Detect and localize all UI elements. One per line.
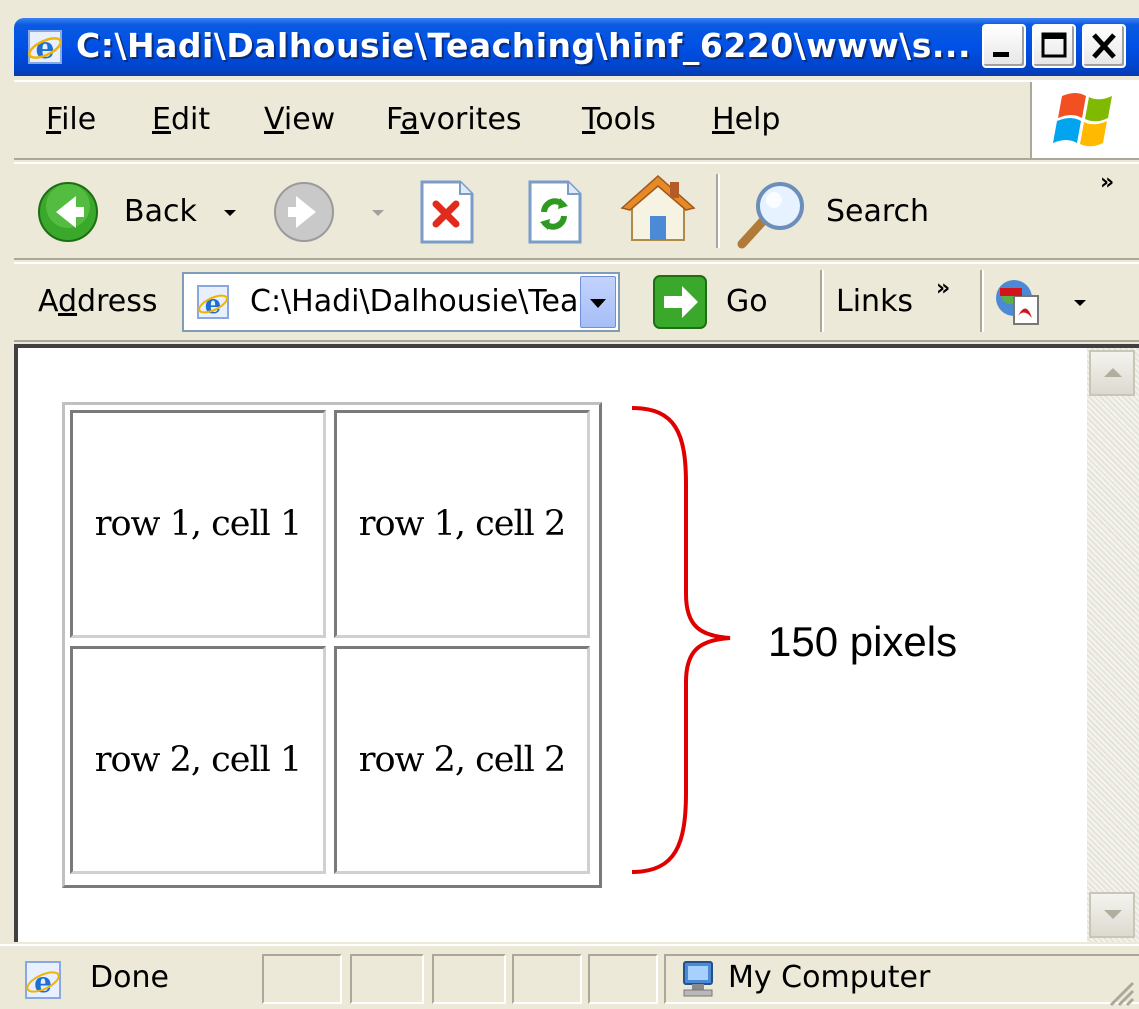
title-bar[interactable]: e C:\Hadi\Dalhousie\Teaching\hinf_6220\w… (14, 18, 1139, 76)
status-segment (512, 954, 582, 1004)
links-chevron[interactable]: » (936, 276, 950, 301)
menu-bar: File Edit View Favorites Tools Help (14, 80, 1139, 160)
toolbar-chevron[interactable]: » (1100, 170, 1114, 195)
menu-file[interactable]: File (46, 102, 96, 137)
status-segment (588, 954, 658, 1004)
browser-window: e C:\Hadi\Dalhousie\Teaching\hinf_6220\w… (0, 0, 1139, 1009)
stop-icon[interactable] (416, 178, 478, 246)
windows-flag-icon (1053, 93, 1112, 147)
address-separator (820, 270, 824, 332)
svg-text:e: e (34, 966, 52, 999)
status-segment (262, 954, 342, 1004)
back-arrow-icon[interactable] (36, 180, 100, 244)
status-zone-segment: My Computer (664, 954, 1139, 1004)
status-segment (432, 954, 506, 1004)
maximize-button[interactable] (1032, 24, 1076, 68)
table-cell: row 1, cell 2 (334, 410, 590, 638)
page-done-icon: e (25, 961, 61, 999)
scroll-down-button[interactable] (1089, 892, 1135, 938)
status-done: Done (90, 960, 169, 995)
pdf-dropdown-arrow[interactable] (1074, 300, 1086, 306)
menu-favorites[interactable]: Favorites (386, 102, 522, 137)
menu-view[interactable]: View (264, 102, 335, 137)
links-label[interactable]: Links (836, 284, 913, 319)
menu-tools[interactable]: Tools (582, 102, 656, 137)
window-title: C:\Hadi\Dalhousie\Teaching\hinf_6220\www… (76, 26, 971, 65)
address-dropdown-button[interactable] (580, 276, 616, 328)
search-label[interactable]: Search (826, 194, 929, 229)
html-table: row 1, cell 1 row 1, cell 2 row 2, cell … (62, 402, 602, 888)
address-label: Address (38, 284, 158, 319)
ie-icon: e (28, 30, 62, 66)
page-icon: e (197, 285, 229, 320)
page-content: row 1, cell 1 row 1, cell 2 row 2, cell … (14, 344, 1139, 942)
menu-help[interactable]: Help (712, 102, 780, 137)
table-cell: row 1, cell 1 (70, 410, 326, 638)
forward-dropdown-arrow[interactable] (372, 210, 384, 216)
refresh-icon[interactable] (524, 178, 586, 246)
table-cell: row 2, cell 2 (334, 646, 590, 874)
scroll-up-button[interactable] (1089, 350, 1135, 396)
chevron-down-icon (1104, 910, 1122, 919)
curly-brace-annotation (631, 406, 731, 874)
status-zone: My Computer (728, 960, 931, 995)
home-icon[interactable] (620, 172, 696, 248)
minimize-button[interactable] (982, 24, 1026, 68)
pdf-convert-icon[interactable] (992, 276, 1046, 328)
toolbar-separator (716, 174, 720, 248)
menu-edit[interactable]: Edit (152, 102, 210, 137)
links-separator (980, 270, 984, 332)
svg-text:e: e (205, 290, 222, 320)
height-annotation-label: 150 pixels (768, 618, 958, 665)
address-input[interactable]: e C:\Hadi\Dalhousie\Teaching\hinf_6220\w… (182, 272, 620, 332)
go-button-label[interactable]: Go (726, 284, 768, 319)
svg-text:e: e (35, 31, 54, 66)
back-label[interactable]: Back (124, 194, 197, 229)
search-magnifier-icon[interactable] (736, 178, 812, 250)
resize-grip-icon[interactable] (1105, 977, 1135, 1007)
back-dropdown-arrow[interactable] (224, 210, 236, 216)
chevron-up-icon (1104, 368, 1122, 377)
address-value: C:\Hadi\Dalhousie\Teaching\hinf_6220\www… (250, 284, 580, 319)
brace-path (631, 406, 731, 874)
status-bar: e Done My Computer (0, 944, 1139, 1009)
vertical-scrollbar[interactable] (1087, 348, 1139, 942)
forward-arrow-icon[interactable] (272, 180, 336, 244)
chevron-down-icon (590, 299, 606, 308)
table-cell: row 2, cell 1 (70, 646, 326, 874)
go-arrow-icon[interactable] (652, 274, 708, 330)
windows-logo-area (1030, 82, 1139, 158)
status-segment (350, 954, 424, 1004)
my-computer-icon (683, 961, 713, 997)
close-button[interactable] (1082, 24, 1126, 68)
address-bar: Address e C:\Hadi\Dalhousie\Teaching\hin… (14, 262, 1139, 342)
standard-toolbar: Back Search » (14, 162, 1139, 260)
